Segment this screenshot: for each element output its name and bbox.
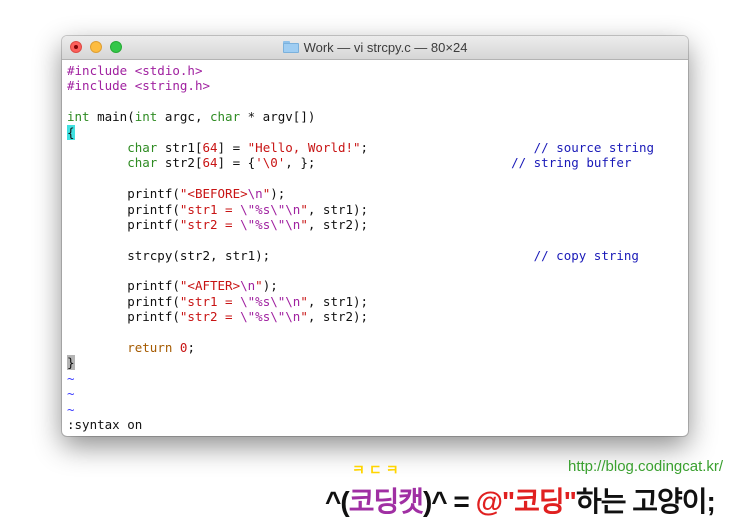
window-title: Work — vi strcpy.c — 80×24 bbox=[62, 36, 688, 59]
code-line-2: #include <string.h> bbox=[67, 78, 210, 94]
code-line-20: } bbox=[67, 355, 688, 371]
matching-brace-highlight: { bbox=[67, 124, 75, 140]
code-line-9: printf("<BEFORE>\n"); bbox=[67, 186, 286, 202]
code-line-10: printf("str1 = \"%s\"\n", str1); bbox=[67, 201, 369, 217]
code-line-16: printf("str1 = \"%s\"\n", str1); bbox=[67, 293, 369, 309]
watermark-logo-text: ^(코딩캣)^ = @"코딩"하는 고양이; bbox=[325, 486, 716, 517]
watermark-url: http://blog.codingcat.kr/ bbox=[568, 458, 724, 475]
empty-line-marker: ~ bbox=[67, 401, 75, 417]
window-title-text: Work — vi strcpy.c — 80×24 bbox=[303, 40, 468, 55]
code-line-15: printf("<AFTER>\n"); bbox=[67, 278, 278, 294]
vi-editor-buffer[interactable]: #include <stdio.h> #include <string.h> i… bbox=[67, 63, 688, 417]
folder-icon bbox=[282, 41, 299, 53]
code-line-11: printf("str2 = \"%s\"\n", str2); bbox=[67, 216, 369, 232]
title-bar[interactable]: Work — vi strcpy.c — 80×24 bbox=[62, 36, 688, 60]
empty-line-marker: ~ bbox=[67, 370, 75, 386]
vi-command-line[interactable]: :syntax on bbox=[67, 417, 142, 432]
code-line-17: printf("str2 = \"%s\"\n", str2); bbox=[67, 309, 369, 325]
code-line-7: char str2[64] = {'\0', }; // string buff… bbox=[127, 155, 632, 171]
terminal-window: Work — vi strcpy.c — 80×24 #include <std… bbox=[62, 36, 688, 436]
empty-line-marker: ~ bbox=[67, 386, 75, 402]
code-line-4: int main(int argc, char * argv[]) bbox=[67, 109, 316, 125]
code-line-5: { bbox=[67, 124, 688, 140]
code-line-13: strcpy(str2, str1); // copy string bbox=[67, 247, 639, 263]
code-line-6: char str1[64] = "Hello, World!"; // sour… bbox=[127, 139, 655, 155]
code-line-19: return 0; bbox=[127, 340, 195, 356]
code-line-1: #include <stdio.h> bbox=[67, 63, 203, 78]
watermark-small-text: ㅋㄷㅋ bbox=[352, 462, 403, 478]
text-cursor: } bbox=[67, 355, 75, 371]
